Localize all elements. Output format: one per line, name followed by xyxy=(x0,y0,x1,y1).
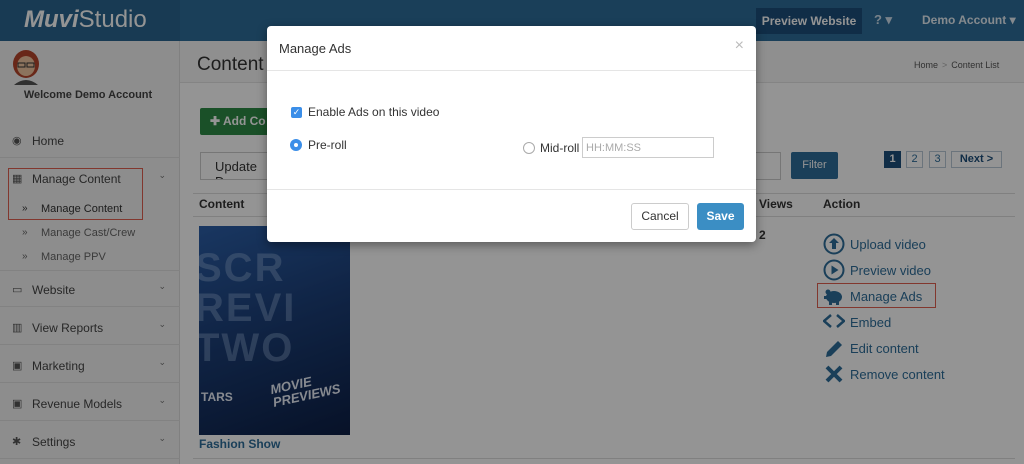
enable-ads-checkbox[interactable]: ✓ xyxy=(291,107,302,118)
save-button[interactable]: Save xyxy=(697,203,744,230)
midroll-radio[interactable] xyxy=(523,142,535,154)
modal-divider xyxy=(267,189,756,190)
manage-ads-modal: Manage Ads × ✓ Enable Ads on this video … xyxy=(267,26,756,242)
cancel-button[interactable]: Cancel xyxy=(631,203,689,230)
modal-divider xyxy=(267,70,756,71)
midroll-label: Mid-roll xyxy=(540,141,580,155)
preroll-label: Pre-roll xyxy=(308,138,347,152)
close-icon[interactable]: × xyxy=(735,37,744,55)
modal-title: Manage Ads xyxy=(279,41,352,56)
enable-ads-label: Enable Ads on this video xyxy=(308,105,440,119)
midroll-time-input[interactable] xyxy=(582,137,714,158)
preroll-radio[interactable] xyxy=(290,139,302,151)
